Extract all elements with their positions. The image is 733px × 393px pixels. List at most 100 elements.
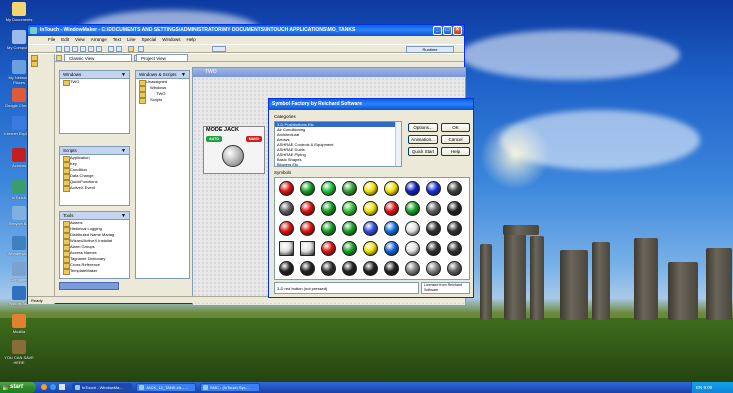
pushbutton-symbol-icon[interactable] [321,261,336,276]
ok-button[interactable]: OK [441,123,470,132]
side-edit[interactable]: Edit [28,60,54,67]
pushbutton-symbol-icon[interactable] [279,181,294,196]
pushbutton-symbol-icon[interactable] [342,181,357,196]
tree-item[interactable]: ActiveX Event [60,185,129,192]
pushbutton-symbol-icon[interactable] [405,261,420,276]
pushbutton-symbol-icon[interactable] [384,221,399,236]
chevron-down-icon[interactable]: ▼ [121,147,126,155]
pushbutton-symbol-icon[interactable] [384,241,399,256]
undo-icon[interactable] [108,46,114,52]
pushbutton-symbol-icon[interactable] [279,261,294,276]
windowmaker-titlebar[interactable]: InTouch - WindowMaker - C:\DOCUMENTS AND… [28,25,464,36]
pushbutton-symbol-icon[interactable] [384,201,399,216]
pushbutton-symbol-icon[interactable] [321,221,336,236]
pushbutton-symbol-icon[interactable] [384,261,399,276]
tools-panel-header[interactable]: Tools ▼ [60,212,129,220]
menu-arrange[interactable]: Arrange [91,37,107,42]
pushbutton-symbol-icon[interactable] [405,241,420,256]
pushbutton-symbol-icon[interactable] [279,241,294,256]
pushbutton-symbol-icon[interactable] [300,221,315,236]
menu-windows[interactable]: Windows [162,37,180,42]
menu-text[interactable]: Text [113,37,121,42]
close-button[interactable]: × [453,26,462,35]
pushbutton-symbol-icon[interactable] [405,181,420,196]
start-button[interactable]: start [0,382,36,393]
symbols-grid[interactable] [274,177,470,280]
tree-item[interactable]: TemplateMaker [60,268,129,275]
pushbutton-symbol-icon[interactable] [342,221,357,236]
quicklaunch-browser-icon[interactable] [41,384,47,390]
pushbutton-symbol-icon[interactable] [426,241,441,256]
help-button[interactable]: Help [441,147,470,156]
quicklaunch-desktop-icon[interactable] [59,384,65,390]
menu-file[interactable]: File [48,37,55,42]
runtime-button[interactable]: Runtime [406,46,454,53]
menu-view[interactable]: View [75,37,85,42]
pushbutton-symbol-icon[interactable] [363,181,378,196]
windows-panel-header[interactable]: Windows ▼ [60,71,129,79]
maximize-button[interactable]: □ [443,26,452,35]
pushbutton-symbol-icon[interactable] [405,201,420,216]
pushbutton-symbol-icon[interactable] [363,261,378,276]
bold-icon[interactable] [56,55,62,61]
paste-icon[interactable] [96,46,102,52]
pushbutton-symbol-icon[interactable] [363,241,378,256]
pushbutton-symbol-icon[interactable] [300,261,315,276]
pushbutton-symbol-icon[interactable] [300,201,315,216]
pushbutton-symbol-icon[interactable] [321,181,336,196]
align-icon[interactable] [138,46,144,52]
task-windowmaker[interactable]: InTouch - WindowMa... [72,383,132,392]
selector-knob-icon[interactable] [222,145,244,167]
pushbutton-symbol-icon[interactable] [279,201,294,216]
menu-help[interactable]: Help [187,37,196,42]
pushbutton-symbol-icon[interactable] [321,201,336,216]
pushbutton-symbol-icon[interactable] [447,181,462,196]
categories-list[interactable]: 3-D Pushbuttons Etc Air Conditioning Archi… [274,121,402,167]
task-excel[interactable]: JACK_12_TANK.xls - ... [136,383,196,392]
animation-button[interactable]: Animation... [408,135,438,144]
open-icon[interactable] [64,46,70,52]
desktop-icon[interactable]: YOU CAN SAVE HERE [2,340,36,365]
pushbutton-symbol-icon[interactable] [342,201,357,216]
pushbutton-symbol-icon[interactable] [279,221,294,236]
pushbutton-symbol-icon[interactable] [321,241,336,256]
view-switch-strip[interactable] [59,282,119,290]
new-icon[interactable] [56,46,62,52]
desktop-icon[interactable]: Mozilla [2,314,36,334]
desktop-icon[interactable]: My Documents [2,2,36,22]
category-item[interactable]: Blowers Etc [275,162,401,166]
windows-scripts-panel-header[interactable]: Windows & Scripts ▼ [136,71,189,79]
pushbutton-symbol-icon[interactable] [300,181,315,196]
pushbutton-symbol-icon[interactable] [426,221,441,236]
options-button[interactable]: Options... [408,123,438,132]
pushbutton-symbol-icon[interactable] [384,181,399,196]
menu-line[interactable]: Line [127,37,136,42]
copy-icon[interactable] [88,46,94,52]
tree-item[interactable]: Scripts [136,97,189,104]
classic-view-tab[interactable]: Classic View [64,54,132,62]
project-view-tab[interactable]: Project View [136,54,188,62]
task-smc[interactable]: SMC - (InTouch Sys... [200,383,260,392]
pushbutton-symbol-icon[interactable] [426,261,441,276]
pushbutton-symbol-icon[interactable] [447,261,462,276]
scripts-panel-header[interactable]: Scripts ▼ [60,147,129,155]
cut-icon[interactable] [80,46,86,52]
pushbutton-symbol-icon[interactable] [300,241,315,256]
pushbutton-symbol-icon[interactable] [342,261,357,276]
pushbutton-symbol-icon[interactable] [447,201,462,216]
chevron-down-icon[interactable]: ▼ [121,212,126,220]
pushbutton-symbol-icon[interactable] [363,201,378,216]
redo-icon[interactable] [116,46,122,52]
save-icon[interactable] [72,46,78,52]
auto-button[interactable]: AUTO [206,136,222,142]
quick-start-button[interactable]: Quick Start [408,147,438,156]
window-item-two[interactable]: TWO [60,79,129,86]
pushbutton-symbol-icon[interactable] [405,221,420,236]
pushbutton-symbol-icon[interactable] [447,221,462,236]
pushbutton-symbol-icon[interactable] [426,181,441,196]
pushbutton-symbol-icon[interactable] [342,241,357,256]
wizard-icon[interactable] [128,46,134,52]
chevron-down-icon[interactable]: ▼ [181,71,186,79]
pushbutton-symbol-icon[interactable] [447,241,462,256]
mode-jack-widget[interactable]: MODE JACK AUTO MANU [203,126,265,174]
